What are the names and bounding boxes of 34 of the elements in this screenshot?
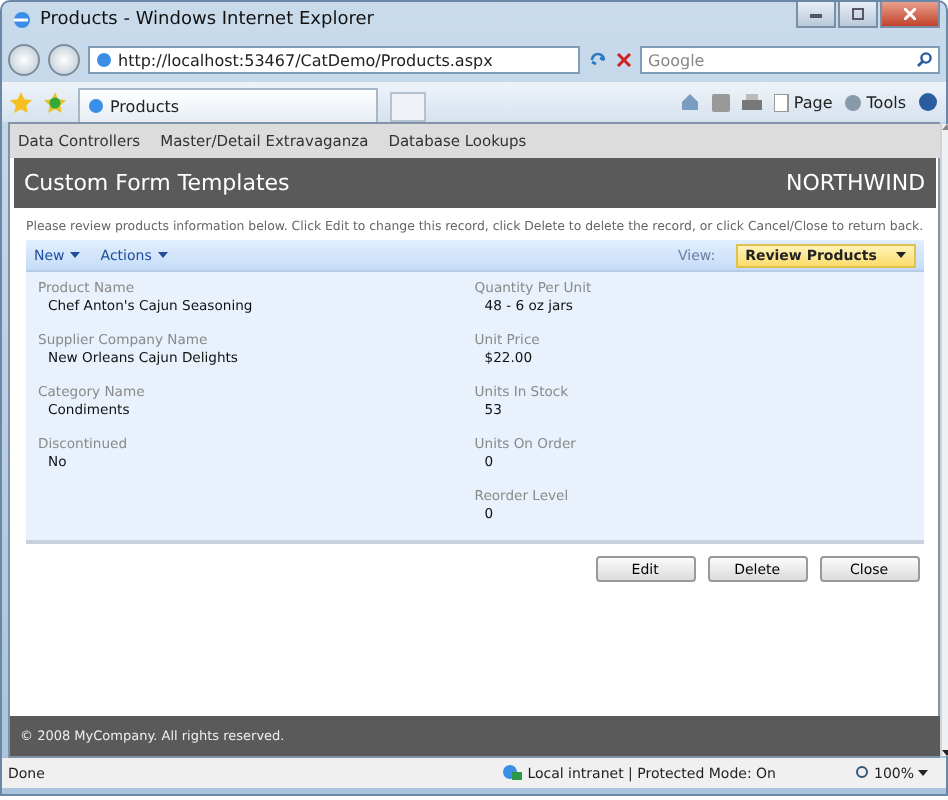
caret-icon xyxy=(895,252,906,258)
tools-menu[interactable]: Tools xyxy=(844,93,906,111)
caret-icon xyxy=(70,252,81,258)
close-button[interactable] xyxy=(880,2,940,28)
address-field[interactable]: http://localhost:53467/CatDemo/Products.aspx xyxy=(88,46,580,74)
minimize-icon xyxy=(810,10,822,18)
browser-icon xyxy=(12,10,32,30)
page-icon xyxy=(96,52,112,68)
search-icon xyxy=(916,52,932,68)
back-button[interactable] xyxy=(8,44,40,76)
window-title: Products - Windows Internet Explorer xyxy=(40,10,376,30)
refresh-icon[interactable] xyxy=(588,50,608,70)
print-icon[interactable] xyxy=(741,93,762,111)
page-title: Custom Form Templates xyxy=(24,170,290,196)
add-favorite-icon[interactable] xyxy=(44,91,66,113)
browser-tab[interactable]: Products xyxy=(78,88,378,122)
feed-icon[interactable] xyxy=(711,93,730,111)
caret-icon xyxy=(157,252,168,258)
caret-icon xyxy=(918,770,928,776)
page-menu[interactable]: Page xyxy=(773,93,833,111)
minimize-button[interactable] xyxy=(796,2,836,28)
zoom-icon xyxy=(855,766,870,780)
search-field[interactable]: Google xyxy=(640,46,940,74)
home-icon[interactable] xyxy=(679,92,700,112)
maximize-icon xyxy=(852,8,864,20)
stop-icon[interactable] xyxy=(616,52,632,68)
maximize-button[interactable] xyxy=(838,2,878,28)
network-icon xyxy=(501,764,522,782)
star-icon[interactable] xyxy=(10,91,32,113)
close-icon xyxy=(904,8,916,20)
new-tab-button[interactable] xyxy=(390,92,426,122)
brand-name: NORTHWIND xyxy=(786,170,926,196)
page-icon xyxy=(88,98,104,114)
forward-button[interactable] xyxy=(48,44,80,76)
